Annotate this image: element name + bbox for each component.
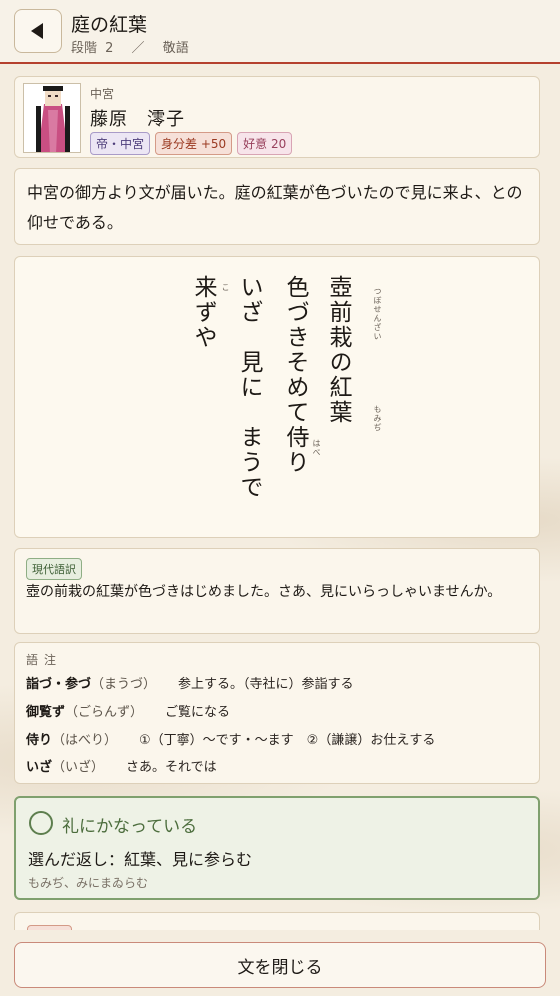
glossary-reading: （まうづ） [91,677,157,692]
glossary-reading: （ごらんず） [65,705,144,720]
glossary-word: 侍り [26,733,53,748]
poem-line: 色づきそめて侍り [282,275,308,475]
category-label: 敬語 [162,41,189,56]
sender-tags: 帝・中宮 身分差 +50 好意 20 [90,132,293,155]
translation-card: 現代語訳 壺の前栽の紅葉が色づきはじめました。さあ、見にいらっしゃいませんか。 [14,548,540,634]
header-bar: 庭の紅葉 段階 2 ／ 敬語 [0,0,560,64]
glossary-item: 御覧ず（ごらんず） ご覧になる [26,701,230,720]
reply-reading: もみぢ、みにまゐらむ [28,876,149,890]
glossary-meaning: 参上する。（寺社に）参詣する [178,677,354,692]
glossary-title: 語注 [26,653,63,667]
footer-bar: 文を閉じる [0,930,560,996]
ruby-tsubosenzai: つぼせんざい [373,287,382,341]
ruby-haberi: はべ [312,439,321,457]
relation-tag: 帝・中宮 [90,132,151,155]
poem-line: 壺前栽の紅葉 [325,275,351,425]
rank-diff-tag: 身分差 +50 [155,132,233,155]
glossary-meaning: ①（丁寧）〜です・〜ます ②（謙譲）お仕えする [139,733,436,748]
court-lady-portrait-icon [23,83,81,153]
glossary-item: いざ（いざ） さあ。それでは [26,756,217,775]
poem-line: いざ 見に まうで [236,275,262,500]
result-card: 礼にかなっている 選んだ返し：紅葉、見に参らむ もみぢ、みにまゐらむ [14,796,540,900]
page-title: 庭の紅葉 [71,14,148,36]
message-text: 中宮の御方より文が届いた。庭の紅葉が色づいたので見に来よ、との仰せである。 [27,183,523,232]
glossary-meaning: さあ。それでは [126,760,217,775]
affection-tag: 好意 20 [237,132,293,155]
message-card: 中宮の御方より文が届いた。庭の紅葉が色づいたので見に来よ、との仰せである。 [14,168,540,245]
glossary-word: 御覧ず [26,705,66,720]
poem-line: 来ずや [190,275,216,350]
close-letter-button[interactable]: 文を閉じる [14,942,546,988]
sender-rank: 中宮 [90,87,115,101]
translation-text: 壺の前栽の紅葉が色づきはじめました。さあ、見にいらっしゃいませんか。 [26,584,502,600]
glossary-reading: （はべり） [52,733,118,748]
ruby-ko: こ [221,283,230,292]
glossary-word: いざ [26,760,53,775]
glossary-item: 詣づ・参づ（まうづ） 参上する。（寺社に）参詣する [26,673,354,692]
glossary-word: 詣づ・参づ [26,677,92,692]
ruby-momiji: もみぢ [373,405,382,432]
translation-badge: 現代語訳 [26,558,82,580]
stage-label: 段階 2 [71,41,114,56]
breadcrumb-separator: ／ [131,41,145,56]
glossary-card: 語注 詣づ・参づ（まうづ） 参上する。（寺社に）参詣する 御覧ず（ごらんず） ご覧に… [14,642,540,784]
poem-card: 壺前栽の紅葉 色づきそめて侍り いざ 見に まうで 来ずや つぼせんざい もみぢ… [14,256,540,538]
back-arrow-icon [30,23,43,39]
back-button[interactable] [14,9,62,53]
chosen-reply: 選んだ返し：紅葉、見に参らむ [28,850,253,869]
breadcrumb: 段階 2 ／ 敬語 [71,37,199,56]
result-status: 礼にかなっている [62,817,198,837]
sender-name: 藤原 澪子 [90,109,185,130]
glossary-meaning: ご覧になる [165,705,231,720]
glossary-item: 侍り（はべり） ①（丁寧）〜です・〜ます ②（謙譲）お仕えする [26,729,435,748]
sender-card: 中宮 藤原 澪子 帝・中宮 身分差 +50 好意 20 [14,76,540,158]
circle-icon [29,811,53,835]
glossary-reading: （いざ） [52,760,105,775]
